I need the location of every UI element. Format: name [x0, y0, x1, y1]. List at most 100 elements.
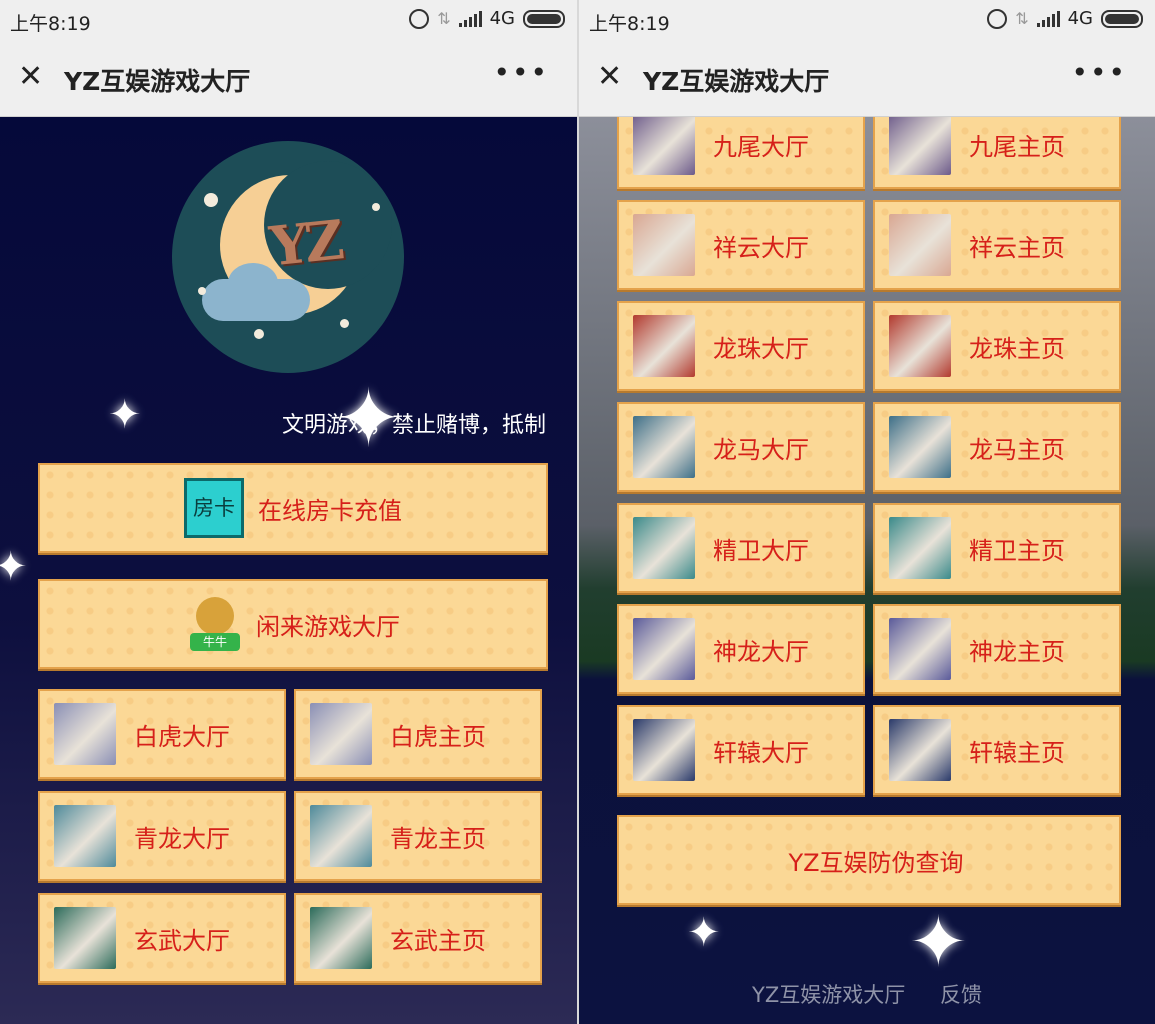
game-thumbnail	[889, 719, 951, 781]
vibrate-icon: ⇅	[437, 9, 451, 28]
homepage-button[interactable]: 龙马主页	[873, 402, 1121, 492]
homepage-label: 白虎主页	[390, 722, 486, 751]
hall-button[interactable]: 祥云大厅	[617, 200, 865, 290]
game-thumbnail	[633, 618, 695, 680]
sparkle-icon: ✦	[909, 901, 968, 983]
homepage-button[interactable]: 精卫主页	[873, 503, 1121, 593]
hall-button[interactable]: 青龙大厅	[38, 791, 286, 881]
signal-icon	[1036, 10, 1060, 27]
more-icon[interactable]: •••	[1071, 56, 1127, 89]
game-thumbnail	[310, 703, 372, 765]
game-thumbnail	[633, 517, 695, 579]
battery-icon	[523, 9, 565, 28]
homepage-button[interactable]: 白虎主页	[294, 689, 542, 779]
homepage-label: 青龙主页	[390, 824, 486, 853]
status-icons: ⇅ 4G	[987, 8, 1143, 29]
logo-text: YZ	[266, 207, 344, 279]
status-bar: 上午8:19 ⇅ 4G	[0, 0, 577, 40]
homepage-button[interactable]: 青龙主页	[294, 791, 542, 881]
title-bar: ✕ YZ互娱游戏大厅 •••	[0, 40, 577, 117]
status-time: 上午8:19	[10, 13, 91, 35]
hall-label: 轩辕大厅	[713, 738, 809, 767]
game-thumbnail	[633, 416, 695, 478]
hall-button[interactable]: 精卫大厅	[617, 503, 865, 593]
network-type: 4G	[1067, 8, 1093, 29]
game-thumbnail	[310, 907, 372, 969]
game-thumbnail	[633, 719, 695, 781]
homepage-button[interactable]: 九尾主页	[873, 117, 1121, 189]
game-thumbnail	[54, 703, 116, 765]
hall-button[interactable]: 神龙大厅	[617, 604, 865, 694]
homepage-label: 玄武主页	[390, 926, 486, 955]
signal-icon	[458, 10, 482, 27]
hall-label: 龙珠大厅	[713, 334, 809, 363]
sparkle-icon: ✦	[0, 544, 28, 590]
homepage-button[interactable]: 神龙主页	[873, 604, 1121, 694]
hall-label: 龙马大厅	[713, 435, 809, 464]
sparkle-icon: ✦	[687, 910, 721, 956]
close-icon[interactable]: ✕	[597, 60, 622, 94]
homepage-button[interactable]: 龙珠主页	[873, 301, 1121, 391]
homepage-label: 神龙主页	[969, 637, 1065, 666]
game-thumbnail	[54, 805, 116, 867]
game-thumbnail	[633, 214, 695, 276]
footer: YZ互娱游戏大厅 反馈	[579, 979, 1155, 1009]
anti-fake-query-button[interactable]: YZ互娱防伪查询	[617, 815, 1121, 905]
recharge-label: 在线房卡充值	[258, 496, 402, 525]
close-icon[interactable]: ✕	[18, 60, 43, 94]
homepage-button[interactable]: 玄武主页	[294, 893, 542, 983]
feedback-link[interactable]: 反馈	[940, 983, 982, 1007]
hall-label: 神龙大厅	[713, 637, 809, 666]
recharge-button[interactable]: 房卡 在线房卡充值	[38, 463, 548, 553]
homepage-label: 祥云主页	[969, 233, 1065, 262]
homepage-label: 精卫主页	[969, 536, 1065, 565]
title-bar: ✕ YZ互娱游戏大厅 •••	[579, 40, 1155, 117]
hall-button[interactable]: 轩辕大厅	[617, 705, 865, 795]
homepage-button[interactable]: 祥云主页	[873, 200, 1121, 290]
game-thumbnail	[633, 315, 695, 377]
cloud-shape	[202, 279, 310, 321]
more-icon[interactable]: •••	[493, 56, 549, 89]
alarm-icon	[987, 8, 1008, 29]
hall-label: 白虎大厅	[134, 722, 230, 751]
hall-button[interactable]: 龙马大厅	[617, 402, 865, 492]
alarm-icon	[409, 8, 430, 29]
hall-button[interactable]: 九尾大厅	[617, 117, 865, 189]
hall-label: 玄武大厅	[134, 926, 230, 955]
left-screen: 上午8:19 ⇅ 4G ✕ YZ互娱游戏大厅 ••• YZ ✦ ✦ ✦ 文明游戏…	[0, 0, 577, 1024]
xianlai-hall-button[interactable]: 牛牛 闲来游戏大厅	[38, 579, 548, 669]
game-thumbnail	[889, 618, 951, 680]
status-time: 上午8:19	[589, 13, 670, 35]
game-thumbnail	[889, 117, 951, 175]
hall-button[interactable]: 玄武大厅	[38, 893, 286, 983]
homepage-label: 轩辕主页	[969, 738, 1065, 767]
niuniu-tag: 牛牛	[190, 633, 240, 651]
game-thumbnail	[889, 315, 951, 377]
homepage-label: 龙珠主页	[969, 334, 1065, 363]
hall-label: 九尾大厅	[713, 132, 809, 161]
anti-fake-label: YZ互娱防伪查询	[788, 848, 964, 877]
vibrate-icon: ⇅	[1015, 9, 1029, 28]
hall-button[interactable]: 白虎大厅	[38, 689, 286, 779]
homepage-button[interactable]: 轩辕主页	[873, 705, 1121, 795]
network-type: 4G	[489, 8, 515, 29]
game-thumbnail	[889, 517, 951, 579]
hall-label: 青龙大厅	[134, 824, 230, 853]
game-thumbnail	[889, 416, 951, 478]
game-thumbnail	[889, 214, 951, 276]
battery-icon	[1101, 9, 1143, 28]
hall-label: 祥云大厅	[713, 233, 809, 262]
hall-button[interactable]: 龙珠大厅	[617, 301, 865, 391]
game-thumbnail	[633, 117, 695, 175]
niuniu-icon: 牛牛	[186, 593, 242, 655]
right-screen: 上午8:19 ⇅ 4G ✕ YZ互娱游戏大厅 ••• 九尾大厅 九尾主页祥云大厅 祥…	[579, 0, 1155, 1024]
fangka-icon: 房卡	[184, 478, 244, 538]
page-title: YZ互娱游戏大厅	[643, 67, 830, 96]
logo: YZ	[172, 141, 404, 373]
sparkle-icon: ✦	[108, 392, 142, 438]
homepage-label: 九尾主页	[969, 132, 1065, 161]
main-content: 九尾大厅 九尾主页祥云大厅 祥云主页龙珠大厅 龙珠主页龙马大厅 龙马主页精卫大厅 精卫主页…	[579, 117, 1155, 1024]
main-content: YZ ✦ ✦ ✦ 文明游戏，禁止赌博，抵制 房卡 在线房卡充值 牛牛 闲来游戏大…	[0, 117, 577, 1024]
page-title: YZ互娱游戏大厅	[64, 67, 251, 96]
hall-label: 精卫大厅	[713, 536, 809, 565]
